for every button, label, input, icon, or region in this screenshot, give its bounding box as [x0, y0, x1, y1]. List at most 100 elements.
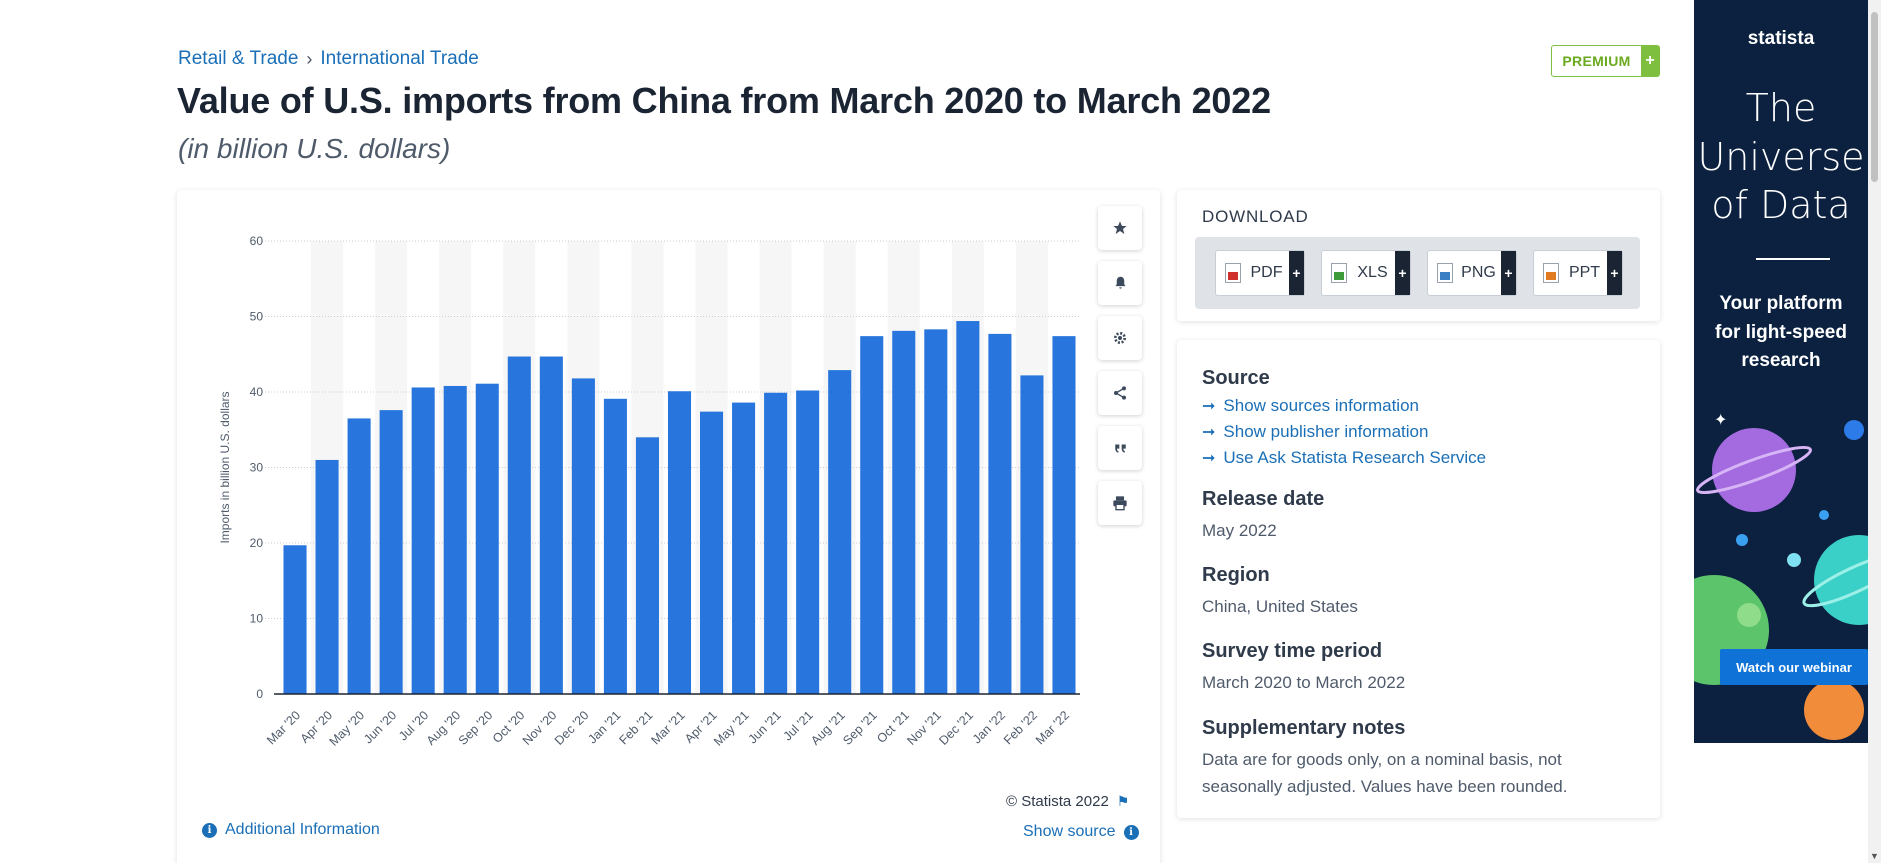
release-date-value: May 2022: [1202, 521, 1277, 540]
bar: [603, 398, 627, 694]
arrow-right-icon: ➞: [1202, 450, 1216, 467]
info-icon: i: [202, 822, 217, 838]
advertisement-banner[interactable]: ✦ statista The Universe of Data Your pla…: [1694, 0, 1868, 743]
ad-headline: The Universe of Data: [1697, 86, 1865, 228]
notification-button[interactable]: [1098, 261, 1142, 305]
breadcrumb-international-trade[interactable]: International Trade: [320, 48, 478, 70]
chart-card: 0 10 20 30 40 50 60 Mar '20 Apr '20 May '20 Jun '2…: [177, 190, 1160, 863]
premium-badge[interactable]: PREMIUM +: [1551, 45, 1660, 77]
favorite-button[interactable]: [1098, 206, 1142, 250]
download-xls-plus: +: [1395, 251, 1410, 295]
breadcrumb-separator: ›: [306, 48, 313, 69]
x-tick-label: Feb '21: [616, 708, 655, 747]
bar: [379, 410, 403, 694]
bar-chart: 0102030405060Mar '20Apr '20May '20Jun '2…: [218, 234, 1080, 749]
additional-information-link[interactable]: i Additional Information: [202, 821, 380, 839]
bar: [315, 459, 339, 694]
pdf-file-icon: [1225, 263, 1241, 283]
ppt-file-icon: [1543, 263, 1559, 283]
download-ppt-button[interactable]: PPT +: [1533, 250, 1623, 296]
y-tick-label: 0: [256, 687, 263, 701]
bar: [860, 336, 884, 694]
y-tick-label: 20: [250, 536, 264, 550]
show-publisher-link[interactable]: ➞ Show publisher information: [1202, 422, 1635, 442]
copyright-text: © Statista 2022: [1006, 793, 1109, 810]
x-tick-label: Mar '21: [649, 708, 688, 747]
ad-logo: statista: [1747, 28, 1815, 49]
chart-toolbar: [1098, 206, 1142, 525]
share-button[interactable]: [1098, 371, 1142, 415]
download-png-plus: +: [1501, 251, 1516, 295]
print-button[interactable]: [1098, 481, 1142, 525]
bar: [283, 545, 307, 694]
ask-statista-link[interactable]: ➞ Use Ask Statista Research Service: [1202, 448, 1635, 468]
bar: [924, 329, 948, 694]
download-card: DOWNLOAD PDF + XLS + PNG + PPT +: [1177, 190, 1660, 321]
bar: [956, 321, 980, 694]
bar: [507, 356, 531, 694]
download-png-label: PNG: [1461, 264, 1496, 281]
bar: [411, 387, 435, 694]
notes-heading: Supplementary notes: [1202, 716, 1406, 739]
bar: [1020, 375, 1044, 694]
bar: [796, 390, 820, 694]
bar: [764, 392, 788, 694]
survey-period-heading: Survey time period: [1202, 640, 1383, 663]
x-tick-label: Jun '20: [361, 708, 399, 746]
region-value: China, United States: [1202, 597, 1358, 617]
download-xls-label: XLS: [1357, 264, 1388, 281]
y-tick-label: 50: [250, 310, 264, 324]
download-png-button[interactable]: PNG +: [1427, 250, 1517, 296]
x-tick-label: Nov '21: [904, 708, 944, 748]
show-source-label: Show source: [1023, 823, 1116, 840]
x-tick-label: May '20: [327, 708, 368, 749]
download-ppt-plus: +: [1607, 251, 1622, 295]
print-icon: [1113, 496, 1127, 511]
x-tick-label: Dec '21: [936, 708, 976, 748]
page: Retail & Trade › International Trade PRE…: [0, 0, 1881, 863]
breadcrumb-retail-trade[interactable]: Retail & Trade: [178, 48, 298, 70]
x-tick-label: Aug '21: [808, 708, 848, 748]
premium-plus: +: [1641, 46, 1659, 76]
page-scrollbar[interactable]: ▼: [1868, 0, 1881, 863]
svg-text:✦: ✦: [1714, 410, 1727, 429]
x-tick-label: Jan '21: [585, 708, 623, 746]
x-tick-label: Nov '20: [520, 708, 560, 748]
scroll-down-arrow-icon[interactable]: ▼: [1870, 851, 1879, 861]
bar: [539, 356, 563, 694]
x-tick-label: Aug '20: [424, 708, 464, 748]
download-pdf-button[interactable]: PDF +: [1215, 250, 1305, 296]
bar: [347, 418, 371, 694]
x-tick-label: Mar '22: [1033, 708, 1072, 747]
download-xls-button[interactable]: XLS +: [1321, 250, 1411, 296]
x-tick-label: Mar '20: [264, 708, 303, 747]
x-tick-label: Dec '20: [552, 708, 592, 748]
info-icon: i: [1123, 824, 1139, 840]
page-title: Value of U.S. imports from China from Ma…: [177, 80, 1271, 121]
show-sources-link[interactable]: ➞ Show sources information: [1202, 396, 1635, 416]
premium-label: PREMIUM: [1562, 53, 1631, 69]
y-tick-label: 10: [250, 612, 264, 626]
notes-value: Data are for goods only, on a nominal ba…: [1202, 749, 1568, 796]
bar: [443, 385, 467, 694]
x-tick-label: Jan '22: [970, 708, 1008, 746]
x-tick-label: Sep '20: [456, 708, 496, 748]
bar: [475, 383, 499, 694]
page-subtitle: (in billion U.S. dollars): [178, 133, 451, 164]
download-title: DOWNLOAD: [1202, 207, 1309, 226]
scrollbar-thumb[interactable]: [1871, 12, 1878, 182]
bar: [988, 333, 1012, 694]
source-heading: Source: [1202, 367, 1270, 389]
additional-information-label: Additional Information: [225, 821, 380, 838]
flag-icon[interactable]: ⚑: [1117, 793, 1130, 810]
png-file-icon: [1437, 263, 1453, 283]
breadcrumb: Retail & Trade › International Trade: [178, 48, 479, 70]
show-source-link[interactable]: Show source i: [1023, 823, 1139, 841]
quote-icon: [1114, 444, 1126, 453]
settings-button[interactable]: [1098, 316, 1142, 360]
download-pdf-label: PDF: [1250, 264, 1283, 281]
cite-button[interactable]: [1098, 426, 1142, 470]
watch-webinar-button[interactable]: Watch our webinar: [1720, 649, 1868, 685]
bar: [732, 402, 756, 694]
arrow-right-icon: ➞: [1202, 424, 1216, 441]
